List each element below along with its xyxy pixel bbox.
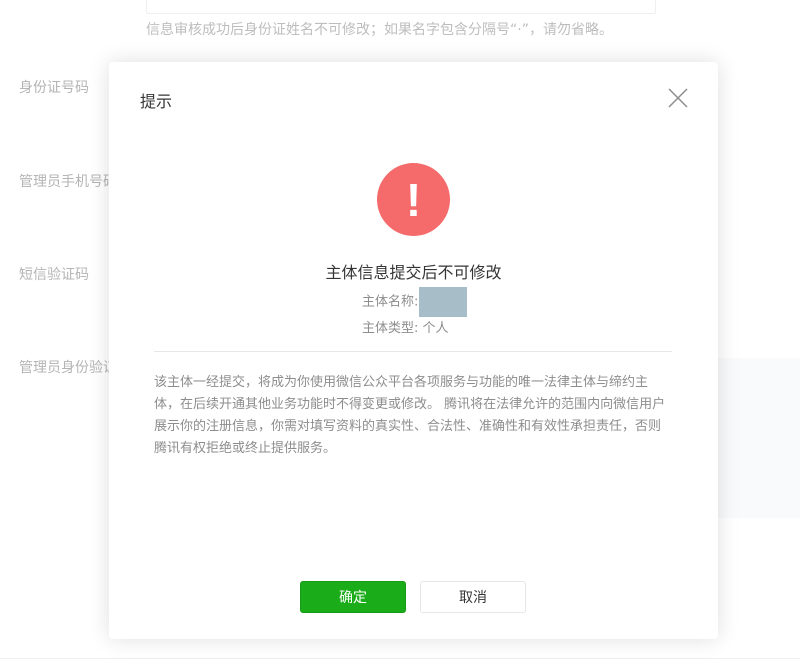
subject-name-row: 主体名称:	[362, 287, 468, 317]
confirm-button[interactable]: 确定	[300, 581, 406, 613]
confirm-dialog: 提示 ! 主体信息提交后不可修改 主体名称: 主体类型: 个人 该主体一经提交，…	[109, 62, 718, 639]
dialog-headline: 主体信息提交后不可修改	[325, 263, 502, 282]
subject-name-label: 主体名称:	[362, 294, 419, 310]
subject-type-row: 主体类型: 个人	[362, 317, 449, 336]
subject-name-masked	[419, 287, 468, 317]
exclamation-icon: !	[377, 163, 450, 236]
dialog-title: 提示	[140, 92, 173, 111]
close-icon[interactable]	[666, 86, 690, 110]
dialog-description: 该主体一经提交，将成为你使用微信公众平台各项服务与功能的唯一法律主体与缔约主体，…	[154, 375, 666, 456]
cancel-button[interactable]: 取消	[420, 581, 526, 613]
subject-type-label: 主体类型:	[362, 321, 419, 336]
subject-type-value: 个人	[422, 321, 449, 336]
dialog-divider	[154, 351, 672, 352]
